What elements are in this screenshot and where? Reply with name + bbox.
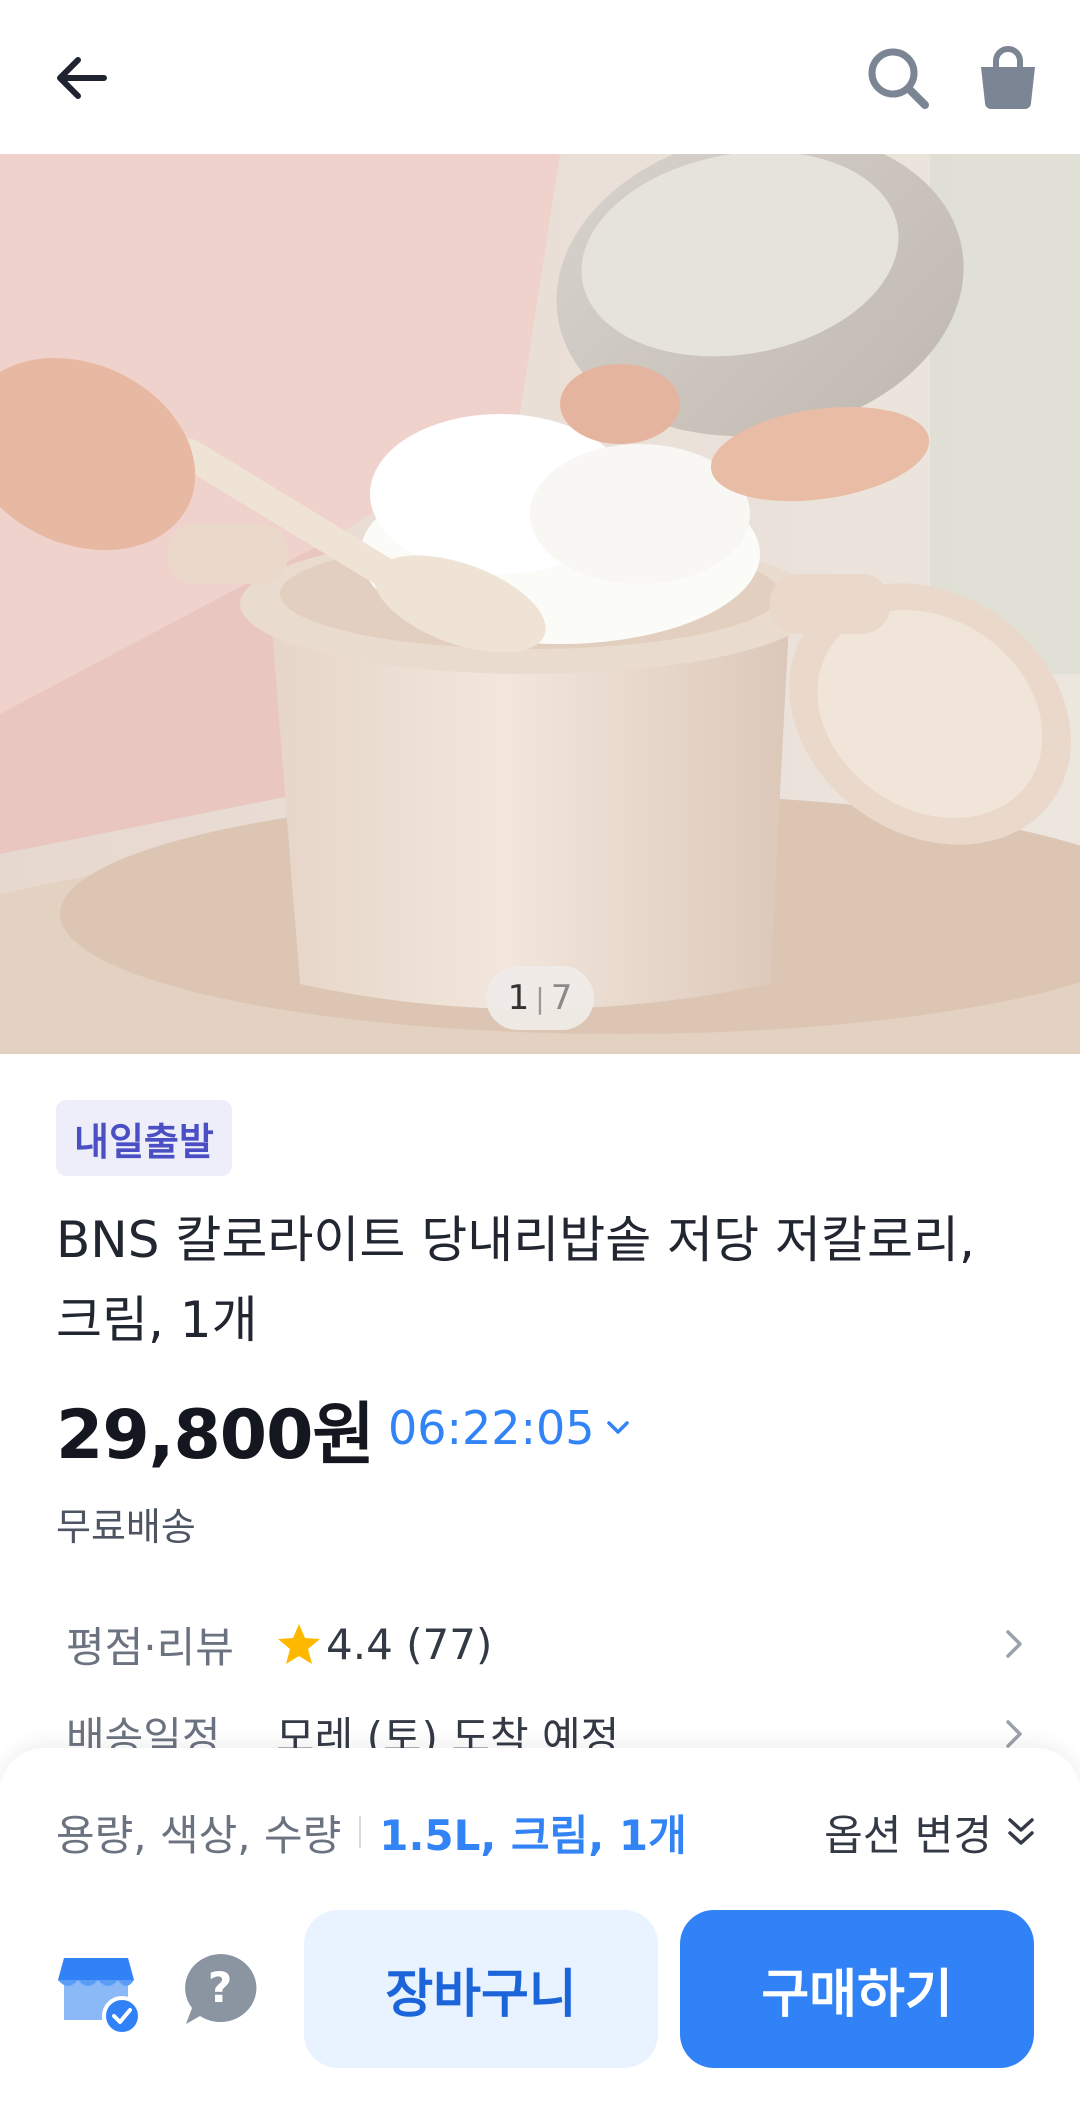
- option-divider: [359, 1816, 362, 1848]
- purchase-bottom-sheet: 용량, 색상, 수량 1.5L, 크림, 1개 옵션 변경 ? 장바구니 구매하…: [0, 1748, 1080, 2125]
- shipping-info: 무료배송: [56, 1505, 196, 1549]
- option-change-button[interactable]: 옵션 변경: [824, 1802, 1036, 1862]
- rating-value-wrap: 4.4 (77): [276, 1620, 492, 1669]
- add-to-cart-button[interactable]: 장바구니: [304, 1910, 658, 2068]
- product-title: BNS 칼로라이트 당내리밥솥 저당 저칼로리, 크림, 1개: [56, 1211, 975, 1349]
- search-button[interactable]: [856, 36, 940, 120]
- arrow-left-icon: [57, 57, 107, 99]
- rice-cooker-photo: [0, 154, 1080, 1054]
- deal-timer-text: 06:22:05: [387, 1401, 595, 1455]
- rating-label: 평점·리뷰: [66, 1622, 234, 1672]
- cart-button[interactable]: [966, 36, 1050, 120]
- store-button[interactable]: [56, 1948, 144, 2036]
- rating-value: 4.4 (77): [326, 1619, 493, 1669]
- option-row[interactable]: 용량, 색상, 수량 1.5L, 크림, 1개 옵션 변경: [56, 1802, 1036, 1862]
- top-bar: [0, 0, 1080, 154]
- image-counter-total: 7: [550, 978, 573, 1018]
- chevron-down-icon: [606, 1421, 629, 1434]
- back-button[interactable]: [40, 36, 124, 120]
- question-bubble-icon: ?: [185, 1953, 257, 2024]
- search-icon: [868, 48, 929, 109]
- image-counter: 1 | 7: [486, 966, 594, 1030]
- product-price: 29,800원: [56, 1395, 375, 1475]
- qna-button[interactable]: ?: [178, 1948, 262, 2032]
- option-value: 1.5L, 크림, 1개: [379, 1810, 687, 1860]
- option-change-label: 옵션 변경: [824, 1810, 992, 1860]
- option-label: 용량, 색상, 수량: [56, 1810, 342, 1860]
- svg-text:?: ?: [208, 1963, 232, 2012]
- delivery-badge: 내일출발: [56, 1100, 232, 1176]
- star-icon: [278, 1624, 320, 1664]
- buy-now-button[interactable]: 구매하기: [680, 1910, 1034, 2068]
- product-image[interactable]: 1 | 7: [0, 154, 1080, 1054]
- store-icon: [58, 1958, 142, 2036]
- rating-review-row[interactable]: 평점·리뷰 4.4 (77): [56, 1604, 1026, 1684]
- deal-timer[interactable]: 06:22:05: [388, 1401, 631, 1455]
- double-chevron-down-icon: [1008, 1818, 1034, 1845]
- image-counter-current: 1: [507, 978, 530, 1018]
- chevron-right-icon: [1006, 1630, 1022, 1658]
- image-counter-separator: |: [535, 981, 545, 1015]
- price-row: 29,800원 06:22:05: [56, 1388, 631, 1475]
- shopping-bag-icon: [981, 46, 1035, 109]
